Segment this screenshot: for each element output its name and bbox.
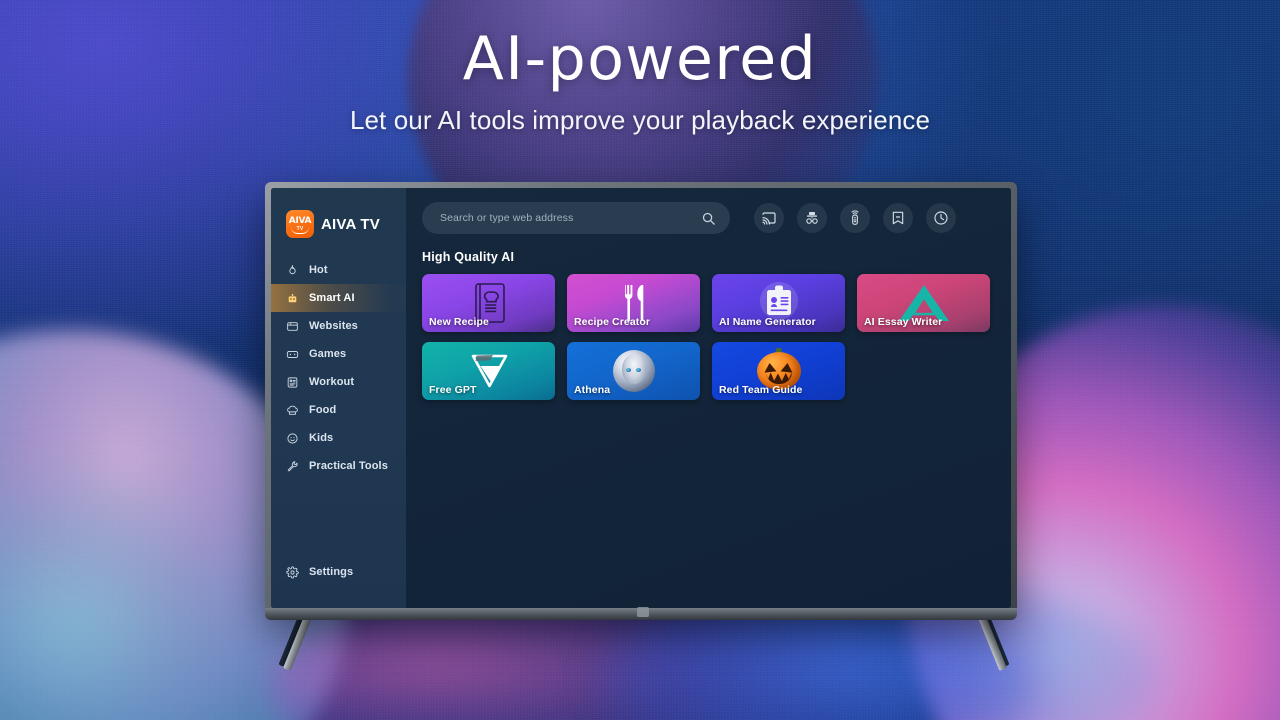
tile-ai-essay-writer[interactable]: AI Essay Writer (857, 274, 990, 332)
brand-name: AIVA TV (321, 215, 380, 233)
robot-icon (286, 292, 299, 305)
remote-control-icon (847, 210, 863, 226)
app-tile-grid: New Recipe Recipe Creator AI Name Genera… (422, 274, 1008, 400)
robot-eye-left (626, 367, 632, 372)
sidebar-item-label: Workout (309, 376, 355, 388)
search-placeholder: Search or type web address (440, 212, 574, 224)
sidebar-item-label: Games (309, 348, 347, 360)
tile-label: AI Name Generator (719, 316, 816, 328)
tile-new-recipe[interactable]: New Recipe (422, 274, 555, 332)
sidebar-item-practical-tools[interactable]: Practical Tools (271, 452, 406, 480)
sidebar-item-label: Hot (309, 264, 328, 276)
toolbar-buttons (754, 203, 956, 233)
tile-label: Free GPT (429, 384, 477, 396)
hero-text-block: AI-powered Let our AI tools improve your… (0, 28, 1280, 136)
page-title: AI-powered (462, 24, 818, 94)
clock-icon (933, 210, 949, 226)
chef-hat-icon (286, 404, 299, 417)
tv-brand-badge (637, 607, 649, 617)
tile-ai-name-generator[interactable]: AI Name Generator (712, 274, 845, 332)
pumpkin-eye-right (780, 362, 794, 373)
robot-eye-right (635, 367, 641, 372)
logo-text-top: AIVA (288, 215, 312, 226)
robot-head-sphere (612, 350, 655, 392)
gamepad-icon (286, 348, 299, 361)
sidebar-bottom-nav: Settings (271, 558, 406, 608)
pumpkin-eye-left (763, 362, 777, 373)
incognito-button[interactable] (797, 203, 827, 233)
tile-label: New Recipe (429, 316, 489, 328)
sidebar-item-smart-ai[interactable]: Smart AI (271, 284, 406, 312)
cast-button[interactable] (754, 203, 784, 233)
search-icon[interactable] (701, 211, 716, 226)
main-content: Search or type web address High Quality … (406, 188, 1011, 608)
wrench-icon (286, 460, 299, 473)
page-subtitle: Let our AI tools improve your playback e… (349, 105, 931, 135)
search-input[interactable]: Search or type web address (422, 202, 730, 234)
tile-red-team-guide[interactable]: Red Team Guide (712, 342, 845, 400)
remote-button[interactable] (840, 203, 870, 233)
sidebar-item-hot[interactable]: Hot (271, 256, 406, 284)
tv-screen: AIVA TV AIVA TV Hot Smart AI Websites Ga… (271, 188, 1011, 608)
sidebar-item-settings[interactable]: Settings (271, 558, 406, 586)
tile-label: AI Essay Writer (864, 316, 943, 328)
section-title: High Quality AI (422, 250, 515, 264)
tile-label: Recipe Creator (574, 316, 651, 328)
sidebar-item-label: Websites (309, 320, 358, 332)
sidebar-item-websites[interactable]: Websites (271, 312, 406, 340)
tile-label: Athena (574, 384, 611, 396)
bookmark-icon (890, 210, 906, 226)
tile-free-gpt[interactable]: Free GPT (422, 342, 555, 400)
sidebar-item-workout[interactable]: Workout (271, 368, 406, 396)
brand: AIVA TV AIVA TV (271, 202, 406, 238)
sidebar: AIVA TV AIVA TV Hot Smart AI Websites Ga… (271, 188, 406, 608)
sidebar-item-label: Food (309, 404, 337, 416)
logo-smile-shape (291, 227, 309, 234)
tv-frame: AIVA TV AIVA TV Hot Smart AI Websites Ga… (265, 182, 1017, 614)
browser-icon (286, 320, 299, 333)
tile-recipe-creator[interactable]: Recipe Creator (567, 274, 700, 332)
toolbar: Search or type web address (422, 202, 995, 234)
sidebar-item-kids[interactable]: Kids (271, 424, 406, 452)
sidebar-item-label: Practical Tools (309, 460, 388, 472)
bookmarks-button[interactable] (883, 203, 913, 233)
gear-icon (286, 565, 299, 579)
sidebar-nav: Hot Smart AI Websites Games Workout Food… (271, 256, 406, 480)
flame-icon (286, 264, 299, 277)
sidebar-item-label: Settings (309, 566, 354, 578)
cast-icon (761, 210, 777, 226)
sidebar-item-label: Smart AI (309, 292, 355, 304)
tile-athena[interactable]: Athena (567, 342, 700, 400)
tile-label: Red Team Guide (719, 384, 803, 396)
smiley-icon (286, 432, 299, 445)
sidebar-item-label: Kids (309, 432, 334, 444)
aiva-logo-icon: AIVA TV (286, 210, 314, 238)
sidebar-item-food[interactable]: Food (271, 396, 406, 424)
list-card-icon (286, 376, 299, 389)
incognito-icon (804, 210, 820, 226)
robot-face (621, 354, 646, 385)
sidebar-item-games[interactable]: Games (271, 340, 406, 368)
history-button[interactable] (926, 203, 956, 233)
page-root: AI-powered Let our AI tools improve your… (0, 0, 1280, 720)
